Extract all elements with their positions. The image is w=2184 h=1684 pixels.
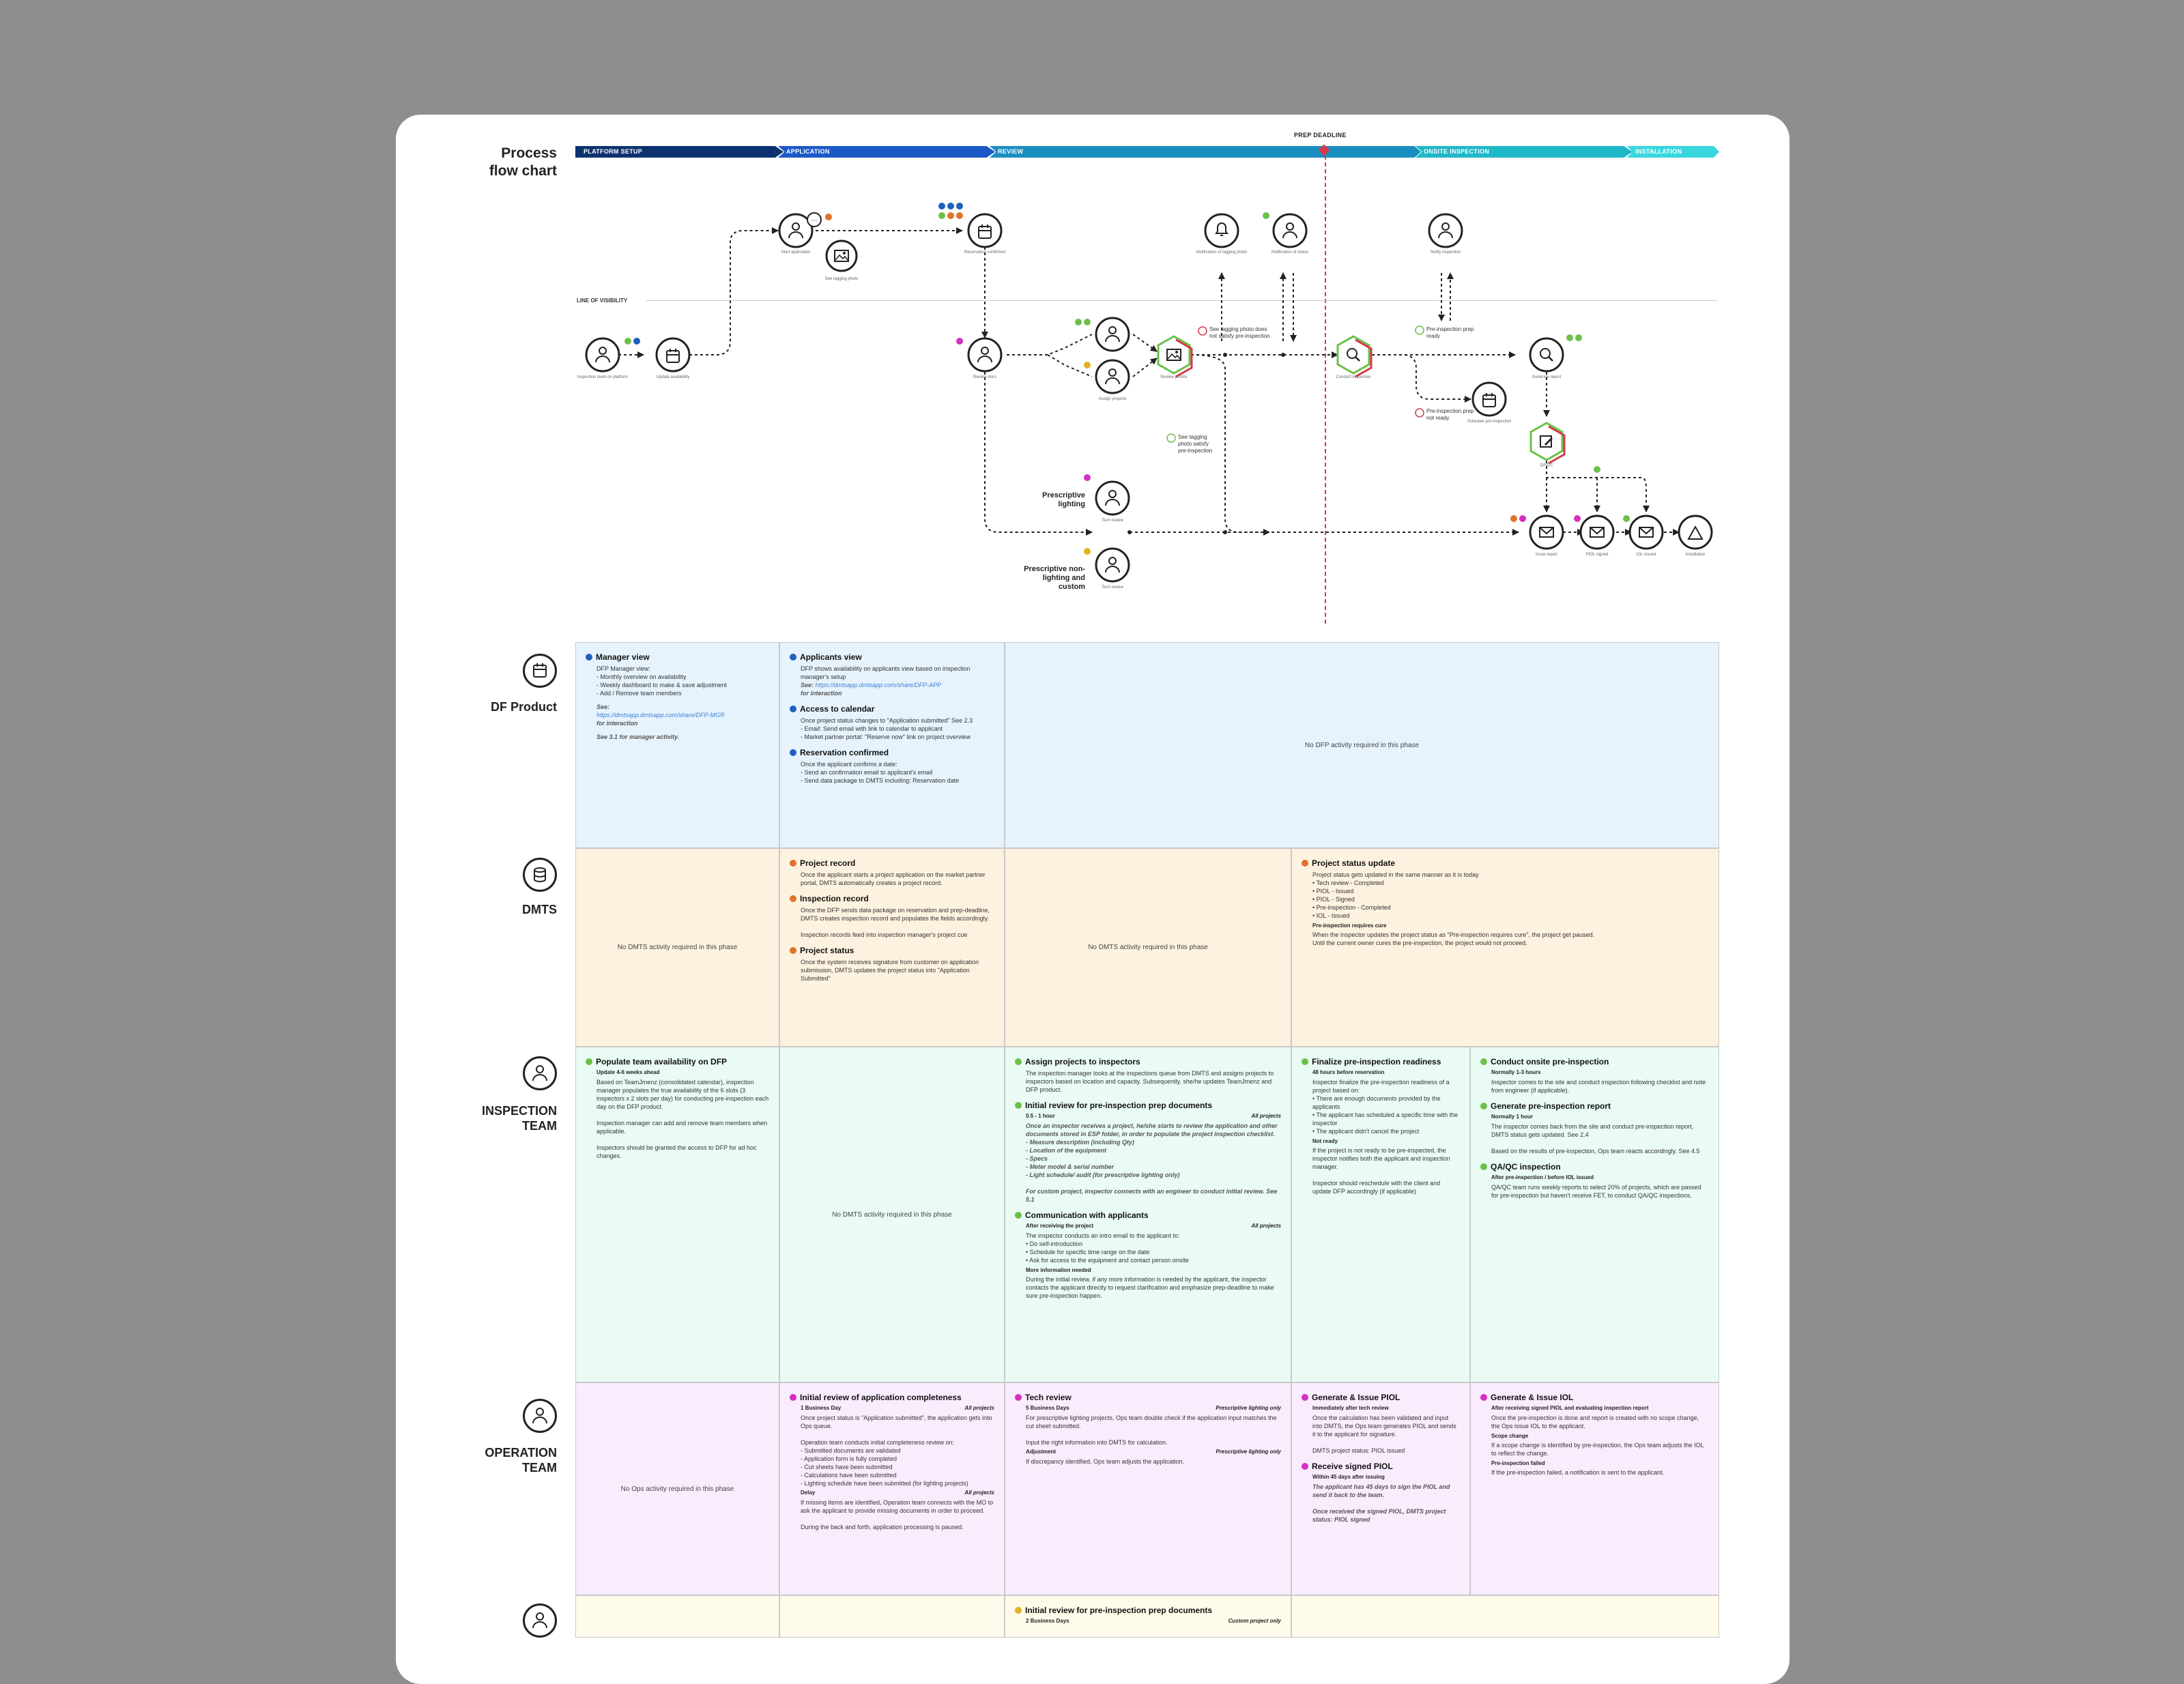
database-icon	[523, 858, 557, 892]
ops-cell-piol: Generate & Issue PIOL Immediately after …	[1291, 1382, 1470, 1595]
caption-n19: Installation	[1685, 553, 1706, 557]
manager-view-link[interactable]: https://dmtsapp.dmtsapp.com/share/DFP-MG…	[597, 712, 725, 718]
lane-title-operation: OPERATION TEAM	[485, 1446, 557, 1475]
label-prescriptive-lighting: Prescriptive lighting	[1042, 491, 1085, 508]
fifth-cell-onsite	[1291, 1595, 1719, 1638]
annotation-photo-not-satisfy: See tagging photo does not satisfy pre-i…	[1209, 326, 1270, 339]
calendar-icon	[523, 654, 557, 688]
annotation-photo-satisfy: See tagging photo satisfy pre-inspection	[1178, 434, 1213, 454]
insp-cell-finalize: Finalize pre-inspection readiness 48 hou…	[1291, 1047, 1470, 1382]
caption-n20: Tech review	[1102, 519, 1123, 523]
applicant-view-link[interactable]: https://dmtsapp.dmtsapp.com/share/DFP-AP…	[816, 682, 942, 688]
fifth-cell-application	[779, 1595, 1005, 1638]
caption-n21: Tech review	[1102, 585, 1123, 590]
ops-cell-platform: No Ops activity required in this phase	[575, 1382, 779, 1595]
dmts-cell-status: Project status update Project status get…	[1291, 848, 1719, 1047]
annotation-prep-ready: Pre-inspection prep ready	[1426, 326, 1474, 339]
insp-cell-onsite: Conduct onsite pre-inspection Normally 1…	[1470, 1047, 1719, 1382]
caption-n4: See tagging photo	[824, 277, 859, 281]
dmts-cell-application: Project record Once the applicant starts…	[779, 848, 1005, 1047]
caption-n8: Notify inspection	[1430, 250, 1461, 255]
caption-n2: Update availability	[656, 375, 690, 379]
caption-n9: Review docs	[973, 375, 996, 379]
operator-icon	[523, 1399, 557, 1433]
fifth-cell-platform	[575, 1595, 779, 1638]
caption-n16: Issue report	[1536, 553, 1557, 557]
caption-n11: Review photos	[1160, 375, 1188, 379]
caption-n3: Start application	[781, 250, 811, 255]
caption-n5: Reservation confirmed	[964, 250, 1006, 255]
caption-n7: Notification of status	[1271, 250, 1309, 255]
lane-title-df-product: DF Product	[491, 700, 557, 714]
caption-n12: Conduct inspection	[1336, 375, 1371, 379]
engineer-icon	[523, 1603, 557, 1638]
df-cell-application: Applicants view DFP shows availability o…	[779, 642, 1005, 848]
label-prescriptive-nonlighting: Prescriptive non-lighting and custom	[1024, 565, 1085, 591]
caption-n1: Inspection team on platform	[577, 375, 629, 379]
caption-n10: Assign projects	[1098, 397, 1127, 401]
dmts-cell-review: No DMTS activity required in this phase	[1005, 848, 1291, 1047]
svg-text:···: ···	[811, 218, 818, 224]
caption-n6: Notification of tagging photo	[1196, 250, 1248, 255]
caption-n15: QA/QC	[1540, 463, 1553, 467]
insp-cell-application: No DMTS activity required in this phase	[779, 1047, 1005, 1382]
annotation-prep-not-ready: Pre-inspection prep not ready	[1426, 408, 1474, 421]
df-cell-platform: Manager view DFP Manager view: - Monthly…	[575, 642, 779, 848]
ops-cell-iol: Generate & Issue IOL After receiving sig…	[1470, 1382, 1719, 1595]
ops-cell-application: Initial review of application completene…	[779, 1382, 1005, 1595]
dmts-cell-platform: No DMTS activity required in this phase	[575, 848, 779, 1047]
df-cell-review: No DFP activity required in this phase	[1005, 642, 1719, 848]
inspector-icon	[523, 1056, 557, 1090]
caption-n14: Generate report	[1532, 375, 1562, 379]
insp-cell-review: Assign projects to inspectors The inspec…	[1005, 1047, 1291, 1382]
ops-cell-review: Tech review 5 Business Days Prescriptive …	[1005, 1382, 1291, 1595]
fifth-cell-review: Initial review for pre-inspection prep d…	[1005, 1595, 1291, 1638]
lane-title-inspection: INSPECTION TEAM	[481, 1104, 557, 1133]
insp-cell-platform: Populate team availability on DFP Update…	[575, 1047, 779, 1382]
lane-title-dmts: DMTS	[522, 903, 557, 916]
caption-n18: IOL issued	[1636, 553, 1656, 557]
caption-n17: PIOL signed	[1585, 553, 1609, 557]
